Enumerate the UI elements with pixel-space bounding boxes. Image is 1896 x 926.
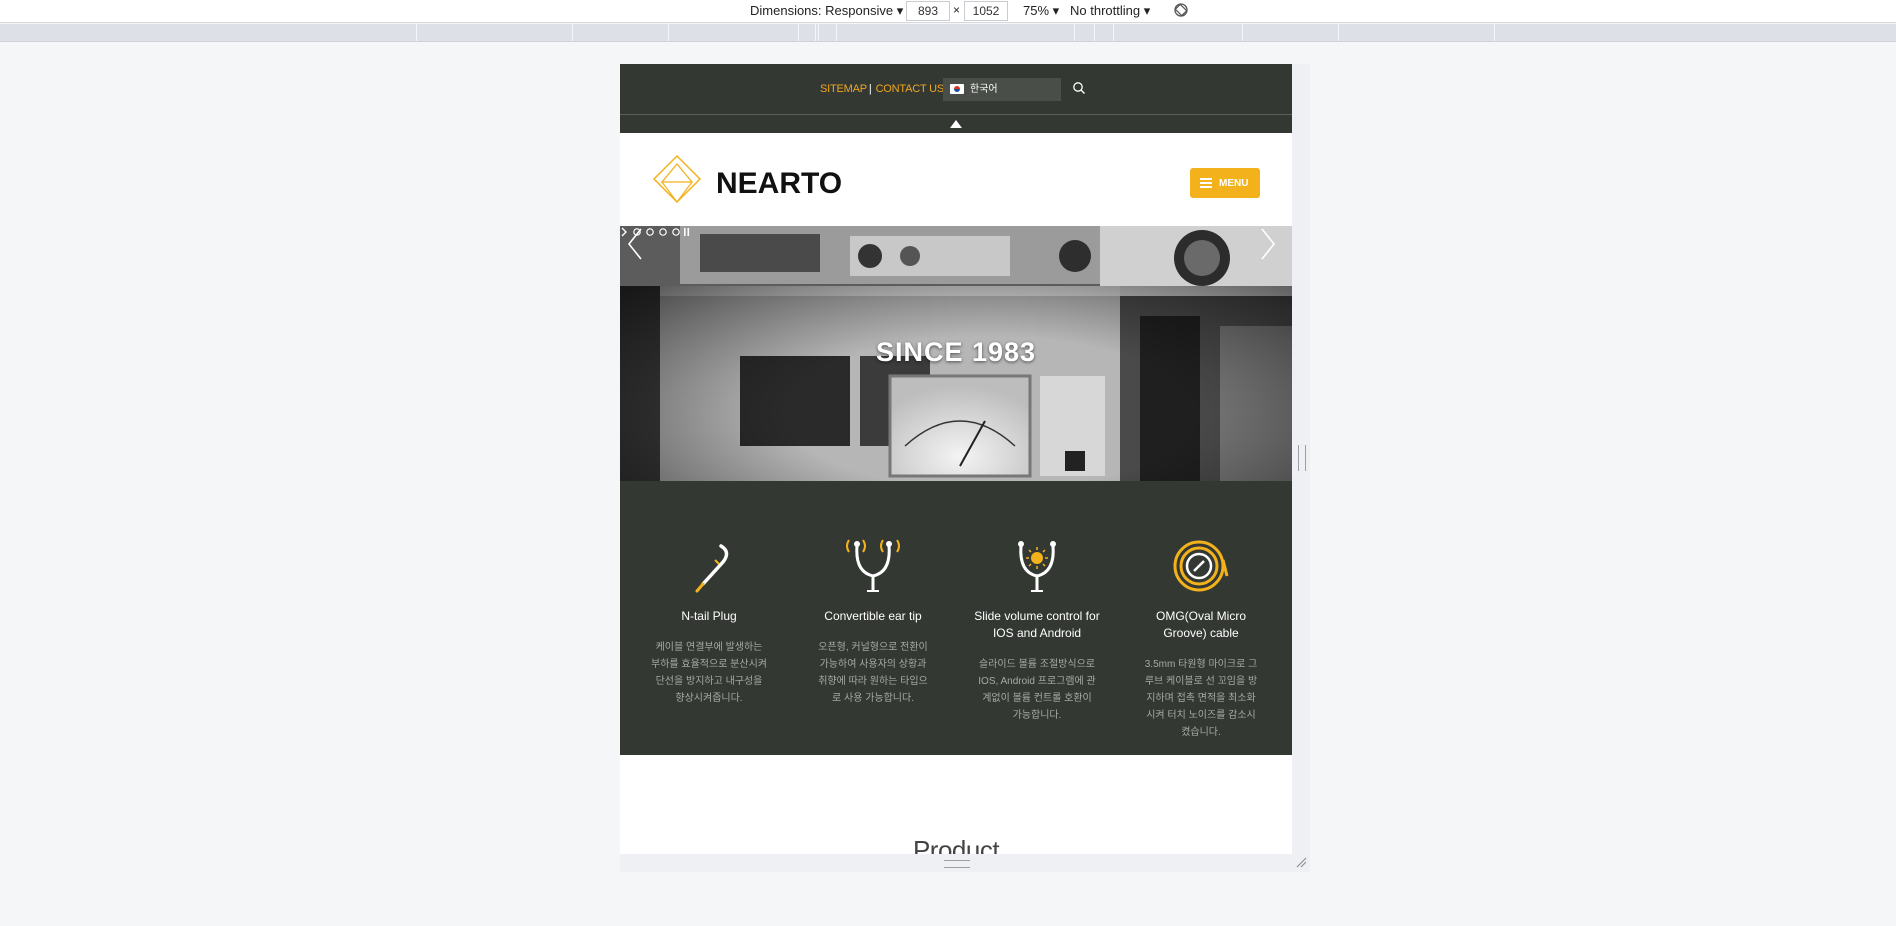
throttling-dropdown[interactable]: No throttling ▾ bbox=[1070, 3, 1150, 19]
bottom-resize-handle-icon[interactable] bbox=[944, 860, 970, 868]
feature-item: Convertible ear tip 오픈형, 커널형으로 전환이 가능하여 … bbox=[808, 536, 938, 707]
collapse-arrow-icon[interactable] bbox=[950, 120, 962, 128]
zoom-label: 75% bbox=[1023, 3, 1050, 18]
devtools-device-toolbar: Dimensions: Responsive ▾ 893 × 1052 75% … bbox=[0, 0, 1896, 23]
next-slide-arrow-icon[interactable] bbox=[1258, 226, 1278, 262]
feature-item: OMG(Oval Micro Groove) cable 3.5mm 타원형 마… bbox=[1136, 536, 1266, 741]
feature-desc: 3.5mm 타원형 마이크로 그루브 케이블로 선 꼬임을 방지하며 접촉 면적… bbox=[1144, 659, 1258, 738]
top-links: SITEMAP | CONTACT US bbox=[820, 83, 944, 95]
media-query-ruler[interactable] bbox=[0, 24, 1896, 42]
corner-resize-handle-icon[interactable] bbox=[1295, 856, 1307, 868]
width-input[interactable]: 893 bbox=[906, 1, 950, 21]
hamburger-icon bbox=[1200, 178, 1212, 188]
logo-text[interactable]: NEARTO bbox=[716, 167, 842, 201]
search-icon[interactable] bbox=[1072, 81, 1086, 95]
throttling-label: No throttling bbox=[1070, 3, 1141, 18]
rotate-icon[interactable] bbox=[1172, 1, 1190, 19]
pause-icon[interactable] bbox=[684, 228, 686, 236]
features-section: N-tail Plug 케이블 연결부에 발생하는 부하를 효율적으로 분산시켜… bbox=[620, 481, 1292, 755]
feature-desc: 슬라이드 볼륨 조절방식으로 IOS, Android 프로그램에 관계없이 볼… bbox=[978, 659, 1096, 721]
times-sign: × bbox=[953, 3, 961, 17]
language-label: 한국어 bbox=[970, 84, 998, 95]
height-input[interactable]: 1052 bbox=[964, 1, 1008, 21]
n-tail-plug-icon bbox=[695, 544, 729, 593]
menu-label: MENU bbox=[1219, 178, 1249, 189]
product-section: Product bbox=[620, 755, 1292, 854]
nearto-logo-icon[interactable] bbox=[652, 154, 702, 204]
slider-pagination[interactable] bbox=[620, 226, 690, 238]
feature-desc: 오픈형, 커널형으로 전환이 가능하여 사용자의 상황과 취향에 따라 원하는 … bbox=[818, 642, 928, 704]
product-heading: Product bbox=[912, 835, 1000, 854]
slide-dot-3[interactable] bbox=[659, 228, 667, 236]
volume-control-icon bbox=[1018, 541, 1056, 592]
dimensions-label: Dimensions: Responsive bbox=[750, 3, 894, 18]
omg-cable-icon bbox=[1173, 540, 1229, 592]
site-header: NEARTO MENU bbox=[620, 133, 1292, 226]
contact-us-link[interactable]: CONTACT US bbox=[876, 83, 945, 95]
feature-title: Slide volume control for IOS and Android bbox=[974, 609, 1100, 640]
menu-button[interactable]: MENU bbox=[1190, 168, 1260, 198]
ear-tip-icon bbox=[846, 539, 900, 592]
feature-title: N-tail Plug bbox=[681, 609, 737, 623]
feature-item: N-tail Plug 케이블 연결부에 발생하는 부하를 효율적으로 분산시켜… bbox=[644, 536, 774, 707]
right-resize-handle-icon[interactable] bbox=[1298, 445, 1306, 471]
korea-flag-icon bbox=[950, 84, 964, 94]
feature-item: Slide volume control for IOS and Android… bbox=[972, 536, 1102, 724]
hero-title: SINCE 1983 bbox=[875, 337, 1037, 367]
feature-desc: 케이블 연결부에 발생하는 부하를 효율적으로 분산시켜 단선을 방지하고 내구… bbox=[651, 642, 767, 704]
top-link-separator: | bbox=[868, 83, 872, 95]
top-utility-bar: SITEMAP | CONTACT US 한국어 bbox=[620, 64, 1292, 115]
dimensions-dropdown[interactable]: Dimensions: Responsive ▾ bbox=[750, 3, 903, 19]
slide-dot-4[interactable] bbox=[672, 228, 680, 236]
feature-title: OMG(Oval Micro Groove) cable bbox=[1156, 609, 1246, 640]
slide-dot-2[interactable] bbox=[646, 228, 654, 236]
emulated-viewport: SITEMAP | CONTACT US 한국어 NEARTO MENU SIN… bbox=[620, 64, 1292, 854]
feature-title: Convertible ear tip bbox=[824, 609, 922, 623]
zoom-dropdown[interactable]: 75% ▾ bbox=[1023, 3, 1059, 19]
hero-slider: SINCE 1983 bbox=[620, 226, 1292, 481]
play-icon[interactable] bbox=[621, 227, 627, 237]
slide-dot-1[interactable] bbox=[633, 228, 641, 236]
sitemap-link[interactable]: SITEMAP bbox=[820, 83, 867, 95]
language-select[interactable]: 한국어 bbox=[943, 78, 1061, 101]
